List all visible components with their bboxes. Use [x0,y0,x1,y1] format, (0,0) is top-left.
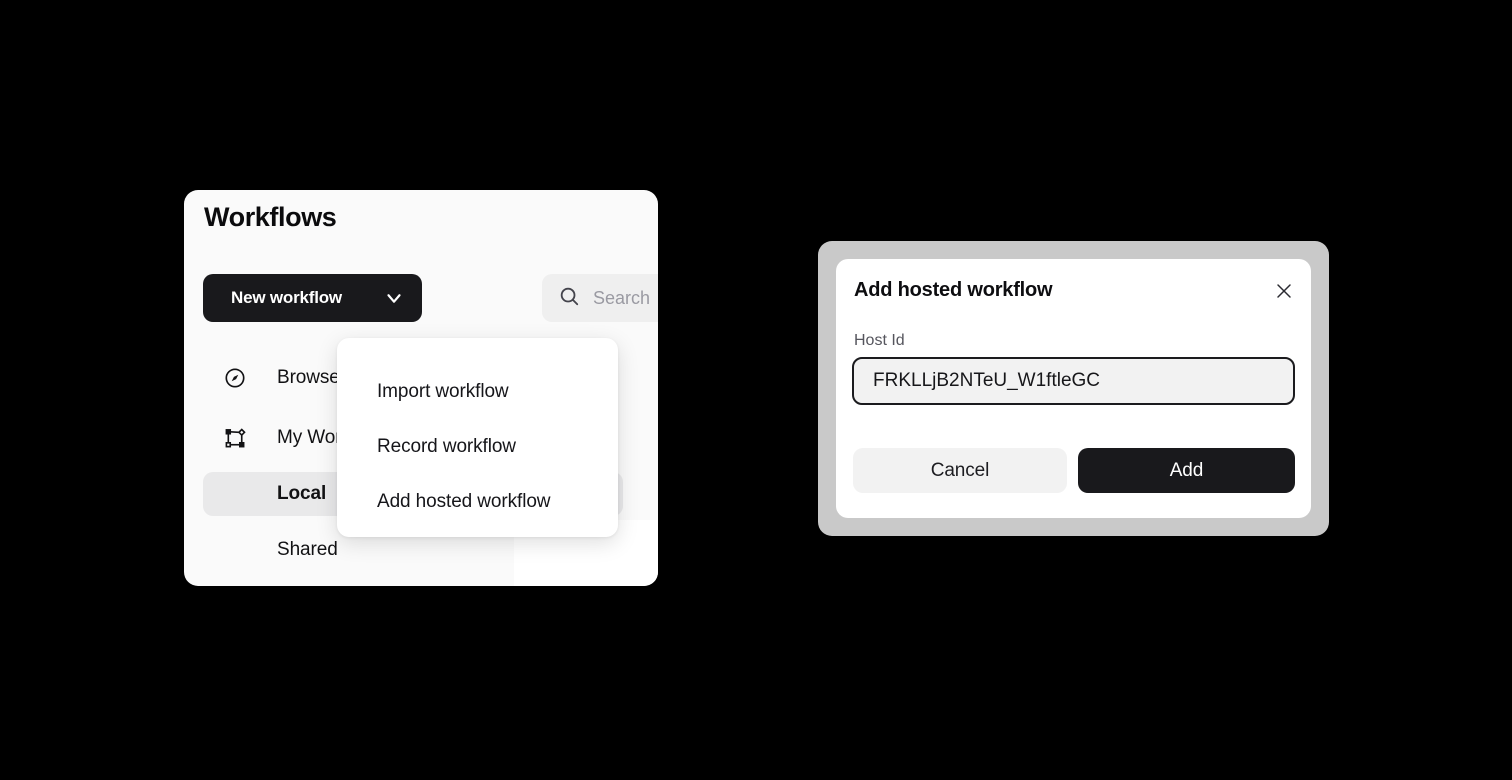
host-id-label: Host Id [854,332,905,349]
menu-item-import-workflow[interactable]: Import workflow [337,364,618,419]
sidebar-item-label: Shared [277,539,338,560]
close-button[interactable] [1271,279,1297,305]
add-button[interactable]: Add [1078,448,1295,493]
new-workflow-button[interactable]: New workflow [203,274,368,322]
close-icon [1275,282,1293,303]
sidebar-item-label: Browse [277,367,340,388]
host-id-field[interactable] [852,357,1295,405]
search-icon [558,285,580,312]
search-box[interactable] [542,274,658,322]
sidebar-item-label: Local [277,483,327,504]
compass-icon [223,366,247,390]
new-workflow-split-button: New workflow [203,274,422,322]
search-input[interactable] [591,286,658,310]
cancel-button[interactable]: Cancel [853,448,1067,493]
add-hosted-workflow-dialog: Add hosted workflow Host Id Cancel Add [836,259,1311,518]
dialog-title: Add hosted workflow [854,279,1053,301]
workflow-nodes-icon [223,426,247,450]
page-title: Workflows [204,202,337,232]
new-workflow-menu: Import workflow Record workflow Add host… [337,338,618,537]
menu-item-record-workflow[interactable]: Record workflow [337,419,618,474]
menu-item-add-hosted-workflow[interactable]: Add hosted workflow [337,474,618,529]
chevron-down-icon [383,287,405,309]
new-workflow-dropdown-toggle[interactable] [365,274,422,322]
